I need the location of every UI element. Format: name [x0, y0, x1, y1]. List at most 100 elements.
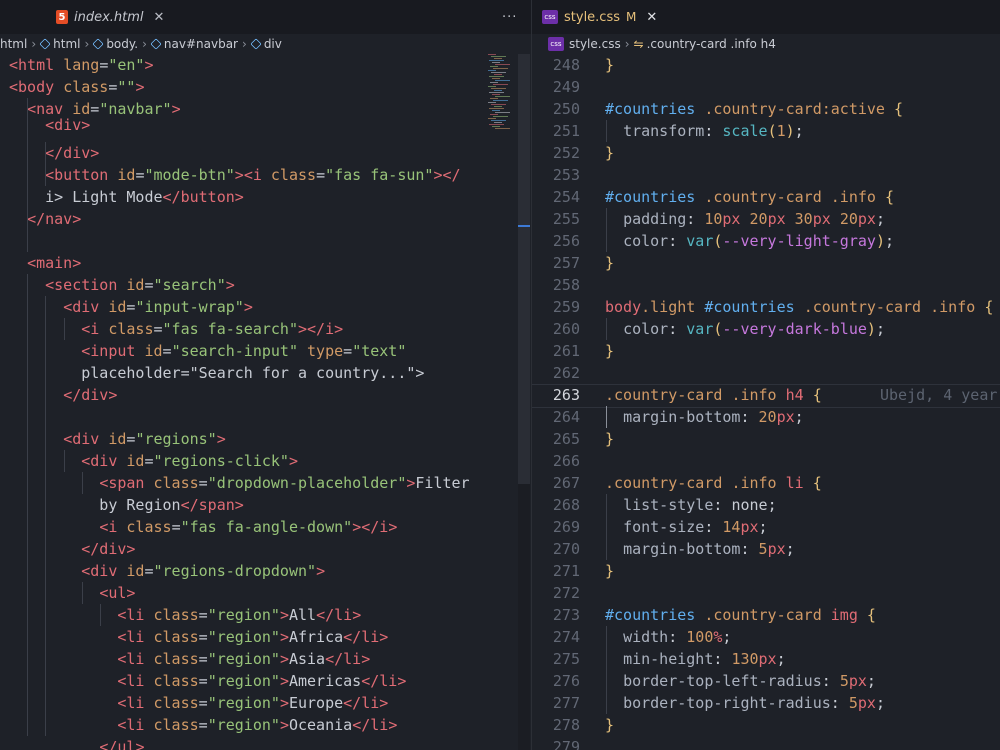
close-icon[interactable]: ✕ — [154, 10, 165, 25]
code-line[interactable]: 265} — [532, 428, 1000, 450]
html-code-area[interactable]: <html lang="en"> <body class=""> <nav id=… — [0, 54, 532, 750]
css-tab-bar: css style.css M ✕ — [532, 0, 1000, 34]
minimap[interactable] — [488, 54, 512, 134]
minimap-stroke — [494, 74, 502, 75]
code-line[interactable]: <i class="fas fa-search"></i> — [0, 318, 532, 340]
code-line[interactable]: 254 #countries .country-card .info { — [532, 186, 1000, 208]
code-line[interactable]: </div> — [0, 538, 532, 560]
code-line[interactable]: 255 padding: 10px 20px 30px 20px; — [532, 208, 1000, 230]
chevron-right-icon: › — [31, 37, 37, 51]
code-line[interactable]: 249 — [532, 76, 1000, 98]
code-line[interactable]: <main> — [0, 252, 532, 274]
code-line[interactable]: placeholder="Search for a country..."> — [0, 362, 532, 384]
code-text: <i class="fas fa-search"></i> — [81, 320, 344, 338]
code-line[interactable] — [0, 230, 532, 252]
code-line[interactable]: 253 — [532, 164, 1000, 186]
code-line[interactable]: <ul> — [0, 582, 532, 604]
code-line[interactable]: 263 .country-card .info h4 {Ubejd, 4 year — [532, 384, 1000, 406]
code-line[interactable]: 269 font-size: 14px; — [532, 516, 1000, 538]
code-line[interactable]: <div id="regions-dropdown"> — [0, 560, 532, 582]
code-line[interactable]: 278} — [532, 714, 1000, 736]
code-line[interactable]: </ul> — [0, 736, 532, 750]
breadcrumb-item[interactable]: nav#navbar — [164, 37, 238, 51]
code-line[interactable]: <i class="fas fa-angle-down"></i> — [0, 516, 532, 538]
code-text: </div> — [45, 144, 100, 162]
close-icon[interactable]: ✕ — [646, 10, 657, 25]
code-line[interactable]: 268 list-style: none; — [532, 494, 1000, 516]
code-line[interactable]: <html lang="en"> — [0, 54, 532, 76]
code-line[interactable]: 270 margin-bottom: 5px; — [532, 538, 1000, 560]
code-line[interactable]: <li class="region">Asia</li> — [0, 648, 532, 670]
code-line[interactable]: 261} — [532, 340, 1000, 362]
code-line[interactable]: <div> — [0, 114, 532, 136]
code-text: <span class="dropdown-placeholder">Filte… — [99, 474, 470, 492]
code-line[interactable]: 252} — [532, 142, 1000, 164]
indent-guide — [606, 406, 607, 428]
code-line[interactable]: 275 min-height: 130px; — [532, 648, 1000, 670]
code-line[interactable]: </div> — [0, 142, 532, 164]
minimap-stroke — [492, 110, 500, 111]
code-line[interactable]: <span class="dropdown-placeholder">Filte… — [0, 472, 532, 494]
code-line[interactable]: <div id="regions"> — [0, 428, 532, 450]
minimap-stroke — [488, 118, 496, 119]
breadcrumb-item[interactable]: html — [0, 37, 27, 51]
breadcrumb-file[interactable]: style.css — [569, 37, 621, 51]
code-line[interactable]: </nav> — [0, 208, 532, 230]
breadcrumb-item[interactable]: html — [53, 37, 80, 51]
code-text: </ul> — [99, 738, 145, 750]
breadcrumb-item[interactable]: body. — [106, 37, 138, 51]
code-line[interactable]: <li class="region">Americas</li> — [0, 670, 532, 692]
code-line[interactable]: 274 width: 100%; — [532, 626, 1000, 648]
code-line[interactable]: 248} — [532, 54, 1000, 76]
indent-guide — [606, 318, 607, 340]
code-line[interactable]: by Region</span> — [0, 494, 532, 516]
code-line[interactable]: <section id="search"> — [0, 274, 532, 296]
code-line[interactable]: 259 body.light #countries .country-card .… — [532, 296, 1000, 318]
code-text: <div id="regions"> — [63, 430, 226, 448]
minimap-stroke — [489, 124, 504, 125]
code-line[interactable]: 262 — [532, 362, 1000, 384]
minimap-stroke — [495, 80, 510, 81]
code-line[interactable]: <input id="search-input" type="text" — [0, 340, 532, 362]
code-line[interactable]: 277 border-top-right-radius: 5px; — [532, 692, 1000, 714]
code-line[interactable]: 272 — [532, 582, 1000, 604]
code-line[interactable]: <li class="region">All</li> — [0, 604, 532, 626]
code-line[interactable]: 267 .country-card .info li { — [532, 472, 1000, 494]
breadcrumb-symbol[interactable]: .country-card .info h4 — [647, 37, 776, 51]
code-line[interactable]: 250 #countries .country-card:active { — [532, 98, 1000, 120]
code-line[interactable]: <div id="input-wrap"> — [0, 296, 532, 318]
code-line[interactable]: <li class="region">Europe</li> — [0, 692, 532, 714]
code-line[interactable]: </div> — [0, 384, 532, 406]
code-line[interactable]: 260 color: var(--very-dark-blue); — [532, 318, 1000, 340]
line-number: 267 — [552, 474, 580, 492]
code-line[interactable]: 257} — [532, 252, 1000, 274]
code-line[interactable]: 273 #countries .country-card img { — [532, 604, 1000, 626]
code-line[interactable]: 279 — [532, 736, 1000, 750]
breadcrumb-item[interactable]: div — [264, 37, 282, 51]
code-line[interactable]: 251 transform: scale(1); — [532, 120, 1000, 142]
html-editor-pane: 5 index.html ✕ ··· html › html › body. ›… — [0, 0, 532, 750]
code-line[interactable] — [0, 406, 532, 428]
code-text: border-top-right-radius: 5px; — [623, 694, 885, 712]
tab-style-css[interactable]: css style.css M ✕ — [542, 0, 657, 34]
code-line[interactable]: 256 color: var(--very-light-gray); — [532, 230, 1000, 252]
code-line[interactable]: 264 margin-bottom: 20px; — [532, 406, 1000, 428]
css-code-area[interactable]: 248} 249 250 #countries .country-card:activ… — [532, 54, 1000, 750]
code-line[interactable]: <li class="region">Africa</li> — [0, 626, 532, 648]
code-line[interactable]: 276 border-top-left-radius: 5px; — [532, 670, 1000, 692]
scrollbar-thumb[interactable] — [518, 54, 530, 484]
minimap-stroke — [492, 62, 500, 63]
code-line[interactable]: <body class=""> — [0, 76, 532, 98]
code-line[interactable]: 266 — [532, 450, 1000, 472]
code-line[interactable]: i> Light Mode</button> — [0, 186, 532, 208]
selector-icon: ⇋ — [633, 37, 644, 51]
code-line[interactable]: <div id="regions-click"> — [0, 450, 532, 472]
tab-index-html[interactable]: 5 index.html ✕ — [56, 0, 164, 34]
more-actions-icon[interactable]: ··· — [502, 0, 517, 34]
code-line[interactable]: 271} — [532, 560, 1000, 582]
html-tab-bar: 5 index.html ✕ ··· — [0, 0, 532, 34]
line-number: 271 — [552, 562, 580, 580]
code-line[interactable]: <button id="mode-btn"><i class="fas fa-s… — [0, 164, 532, 186]
code-line[interactable]: <li class="region">Oceania</li> — [0, 714, 532, 736]
code-line[interactable]: 258 — [532, 274, 1000, 296]
